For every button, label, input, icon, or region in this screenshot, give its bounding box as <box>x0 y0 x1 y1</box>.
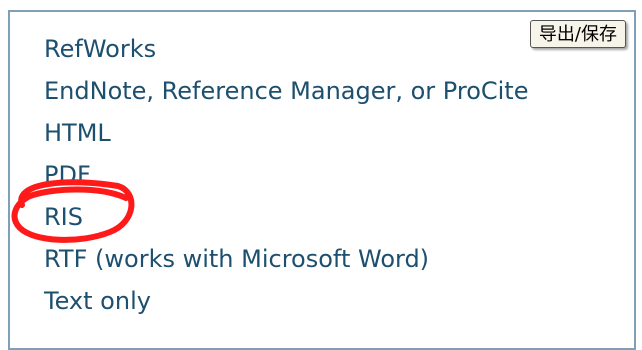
format-option-endnote[interactable]: EndNote, Reference Manager, or ProCite <box>44 74 528 116</box>
export-format-panel: RefWorks EndNote, Reference Manager, or … <box>8 10 636 350</box>
format-option-link[interactable]: PDF <box>44 161 91 189</box>
format-option-pdf[interactable]: PDF <box>44 158 528 200</box>
format-option-link[interactable]: RefWorks <box>44 35 156 63</box>
format-option-text-only[interactable]: Text only <box>44 284 528 326</box>
format-option-link[interactable]: Text only <box>44 287 151 315</box>
format-option-rtf[interactable]: RTF (works with Microsoft Word) <box>44 242 528 284</box>
format-option-link[interactable]: RTF (works with Microsoft Word) <box>44 245 429 273</box>
format-option-link[interactable]: HTML <box>44 119 111 147</box>
format-option-refworks[interactable]: RefWorks <box>44 32 528 74</box>
format-option-link[interactable]: RIS <box>44 203 83 231</box>
format-option-link[interactable]: EndNote, Reference Manager, or ProCite <box>44 77 528 105</box>
export-save-button[interactable]: 导出/保存 <box>529 20 626 48</box>
format-option-ris[interactable]: RIS <box>44 200 528 242</box>
format-option-html[interactable]: HTML <box>44 116 528 158</box>
export-format-list: RefWorks EndNote, Reference Manager, or … <box>44 32 528 326</box>
